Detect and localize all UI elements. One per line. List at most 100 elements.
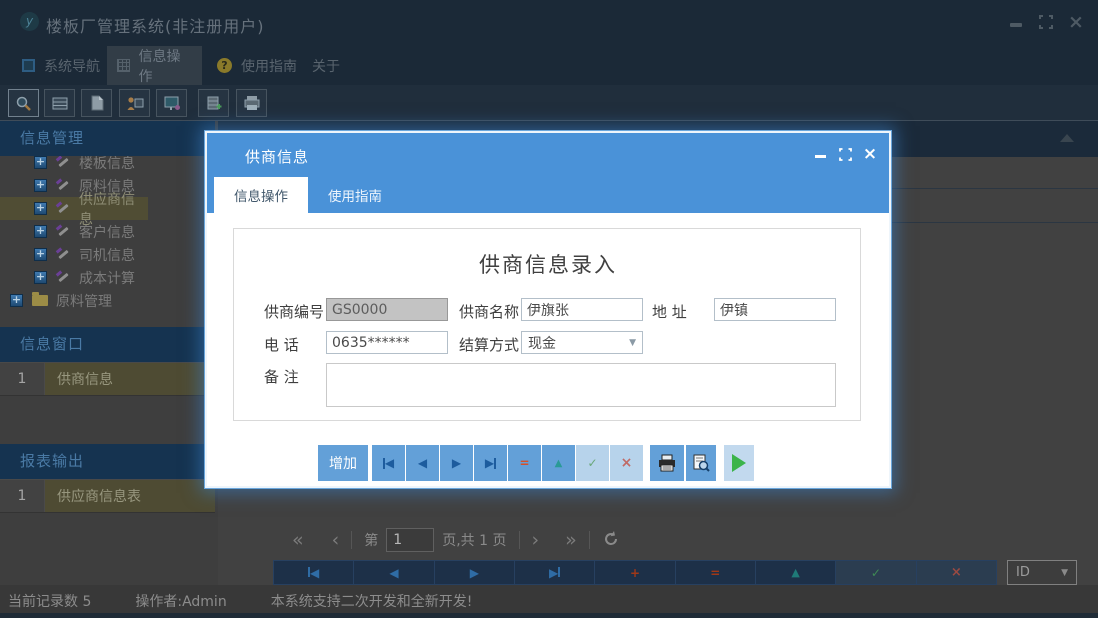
record-cancel-button[interactable]: ×: [917, 561, 996, 584]
expand-icon[interactable]: +: [34, 202, 47, 215]
sidebar-section-info-window[interactable]: 信息窗口: [0, 327, 215, 362]
edit-record-button[interactable]: ▲: [542, 445, 575, 481]
tree-item-driver-info[interactable]: + 司机信息: [0, 243, 215, 266]
minimize-icon[interactable]: [1008, 14, 1024, 30]
menu-guide[interactable]: ? 使用指南: [207, 46, 307, 85]
refresh-icon[interactable]: [602, 530, 620, 552]
tool-icon: [56, 271, 71, 285]
app-logo-icon: y: [20, 12, 39, 31]
prev-page-icon[interactable]: ‹: [332, 530, 340, 550]
row-number: 1: [0, 363, 45, 395]
next-record-button[interactable]: ▶: [440, 445, 473, 481]
record-confirm-button[interactable]: ✓: [836, 561, 916, 584]
supplier-code-field: [326, 298, 448, 321]
tree-label: 原料管理: [56, 291, 112, 311]
record-delete-button[interactable]: =: [676, 561, 756, 584]
info-window-row[interactable]: 1 供商信息: [0, 362, 215, 396]
expand-icon[interactable]: +: [34, 156, 47, 169]
user-card-tool-button[interactable]: [119, 89, 150, 117]
tree-item-supplier-info[interactable]: + 供应商信息: [0, 197, 148, 220]
menu-about[interactable]: 关于: [302, 46, 350, 85]
supplier-code-label: 供商编号: [264, 301, 324, 322]
dialog-close-icon[interactable]: ×: [863, 147, 877, 161]
record-first-button[interactable]: ◀: [274, 561, 354, 584]
tree-item-customer-info[interactable]: + 客户信息: [0, 220, 215, 243]
tool-icon: [56, 156, 71, 170]
restore-icon[interactable]: [1038, 14, 1054, 30]
prev-record-button[interactable]: ◀: [406, 445, 439, 481]
collapse-icon[interactable]: [1060, 134, 1074, 142]
first-record-button[interactable]: ◀: [372, 445, 405, 481]
id-field-dropdown[interactable]: ID ▼: [1007, 560, 1077, 585]
run-button[interactable]: [724, 445, 754, 481]
remark-textarea[interactable]: [326, 363, 836, 407]
dialog-minimize-icon[interactable]: [813, 147, 827, 161]
dialog-tabs: 信息操作 使用指南: [207, 177, 889, 213]
print-preview-button[interactable]: [686, 445, 716, 481]
expand-icon[interactable]: +: [34, 248, 47, 261]
page-number-input[interactable]: [386, 528, 434, 552]
checkbox-icon: [22, 59, 35, 72]
add-button[interactable]: 增加: [318, 445, 368, 481]
phone-label: 电 话: [264, 334, 299, 355]
close-icon[interactable]: ×: [1068, 14, 1084, 30]
table-tool-button[interactable]: [44, 89, 75, 117]
report-output-row[interactable]: 1 供应商信息表: [0, 479, 215, 513]
next-page-icon[interactable]: ›: [532, 530, 540, 550]
settlement-value: 现金: [528, 333, 556, 353]
monitor-tool-button[interactable]: [156, 89, 187, 117]
tree-item-slab-info[interactable]: + 楼板信息: [0, 156, 215, 174]
menu-system-nav[interactable]: 系统导航: [12, 46, 110, 85]
chevron-down-icon: ▼: [629, 338, 636, 348]
record-next-button[interactable]: ▶: [435, 561, 515, 584]
delete-record-button[interactable]: =: [508, 445, 541, 481]
status-operator: 操作者:Admin: [135, 591, 226, 611]
search-tool-button[interactable]: [8, 89, 39, 117]
first-page-icon[interactable]: «: [292, 530, 304, 550]
expand-icon[interactable]: +: [34, 225, 47, 238]
menu-label: 信息操作: [139, 46, 193, 86]
expand-icon[interactable]: +: [34, 271, 47, 284]
record-edit-button[interactable]: ▲: [756, 561, 836, 584]
dialog-body: 供商信息录入 供商编号 供商名称 地 址 电 话 结算方式 现金 ▼ 备 注 增: [207, 213, 889, 486]
address-field[interactable]: [714, 298, 836, 321]
row-label: 供应商信息表: [45, 480, 215, 512]
tool-icon: [56, 248, 71, 262]
supplier-name-field[interactable]: [521, 298, 643, 321]
database-icon: [206, 95, 222, 111]
menu-info-ops[interactable]: 信息操作: [107, 46, 202, 85]
cancel-button[interactable]: ×: [610, 445, 643, 481]
sidebar-section-report-output[interactable]: 报表输出: [0, 444, 215, 479]
sidebar-section-info-manage[interactable]: 信息管理: [0, 121, 215, 156]
tree-item-cost-calc[interactable]: + 成本计算: [0, 266, 215, 289]
last-page-icon[interactable]: »: [565, 530, 577, 550]
remark-label: 备 注: [264, 366, 299, 387]
help-icon: ?: [217, 58, 232, 73]
play-icon: [732, 454, 746, 472]
record-last-button[interactable]: ▶: [515, 561, 595, 584]
sidebar-tree: + 楼板信息 + 原料信息 + 供应商信息 + 客户信息 +: [0, 156, 215, 321]
expand-icon[interactable]: +: [34, 179, 47, 192]
database-tool-button[interactable]: [198, 89, 229, 117]
confirm-button[interactable]: ✓: [576, 445, 609, 481]
row-label: 供商信息: [45, 363, 215, 395]
printer-tool-button[interactable]: [236, 89, 267, 117]
tool-icon: [56, 225, 71, 239]
dialog-tab-info-ops[interactable]: 信息操作: [214, 177, 308, 213]
last-record-button[interactable]: ▶: [474, 445, 507, 481]
settlement-dropdown[interactable]: 现金 ▼: [521, 331, 643, 354]
titlebar: y 楼板厂管理系统(非注册用户) ×: [0, 0, 1098, 46]
expand-icon[interactable]: +: [10, 294, 23, 307]
record-prev-button[interactable]: ◀: [354, 561, 434, 584]
tree-label: 司机信息: [79, 245, 135, 265]
dialog-tab-guide[interactable]: 使用指南: [308, 177, 402, 213]
main-toolbar: [0, 85, 1098, 121]
print-button[interactable]: [650, 445, 684, 481]
phone-field[interactable]: [326, 331, 448, 354]
record-add-button[interactable]: +: [595, 561, 675, 584]
tree-item-material-manage[interactable]: + 原料管理: [0, 289, 215, 312]
document-tool-button[interactable]: [81, 89, 112, 117]
supplier-dialog: 供商信息 × 信息操作 使用指南 供商信息录入 供商编号 供商名称: [205, 131, 891, 488]
dialog-maximize-icon[interactable]: [838, 147, 852, 161]
dialog-titlebar[interactable]: 供商信息 ×: [207, 133, 889, 177]
